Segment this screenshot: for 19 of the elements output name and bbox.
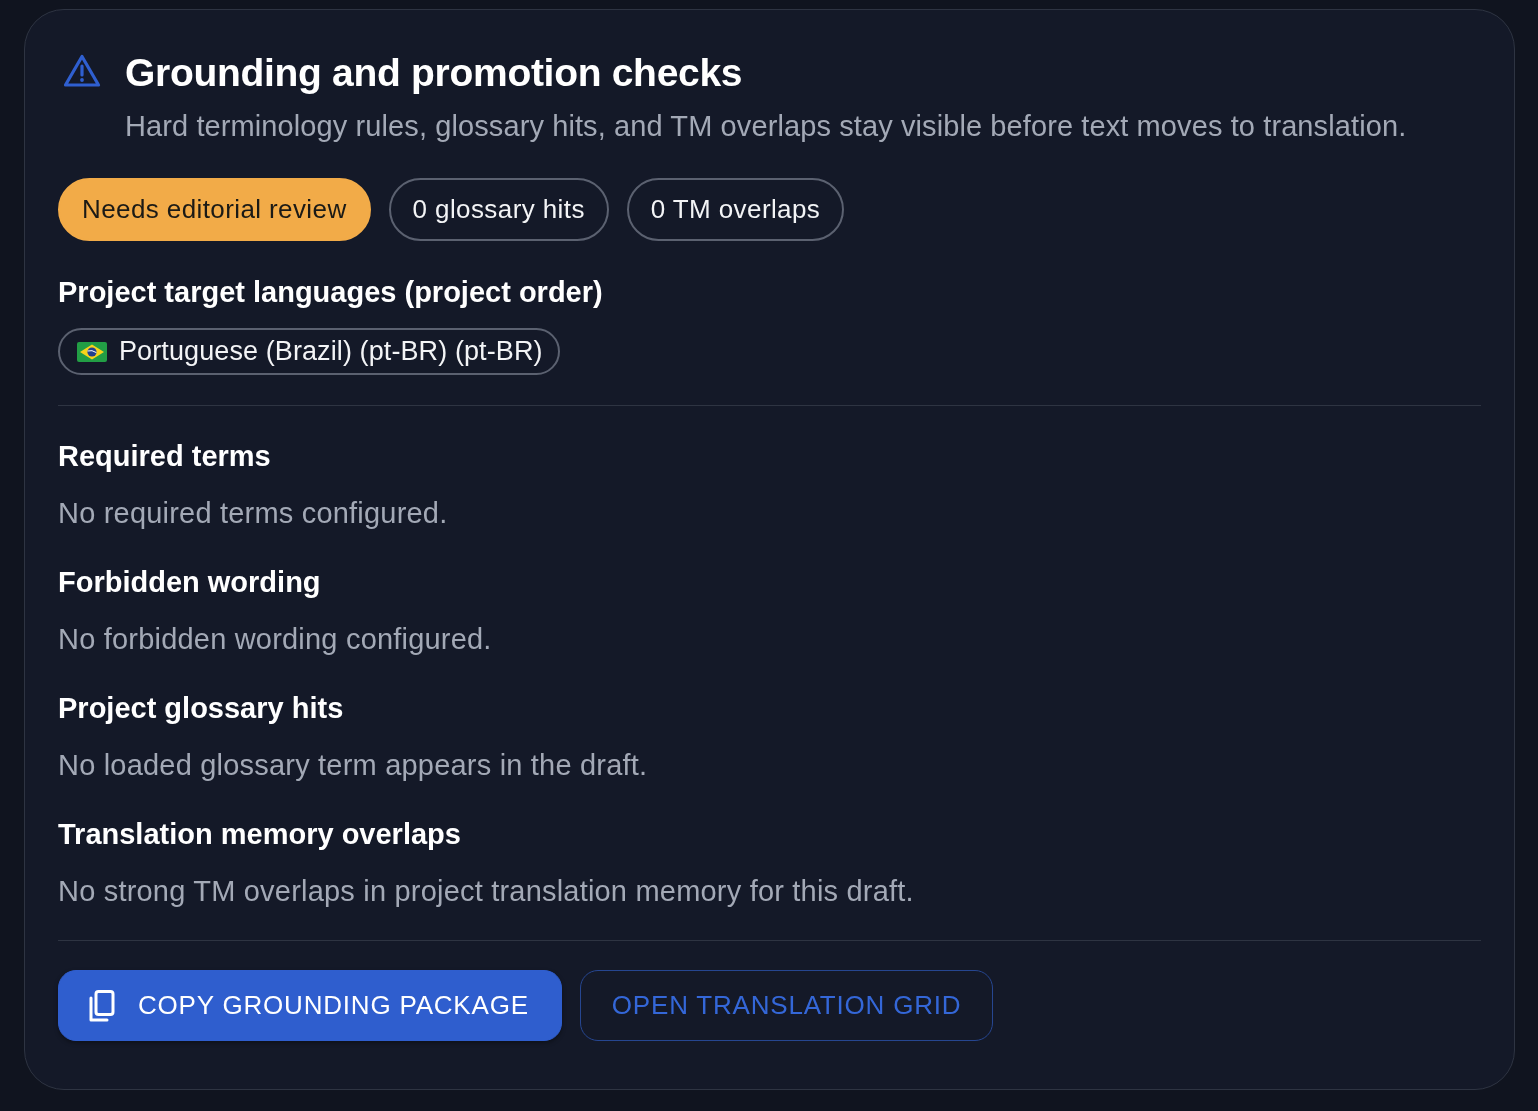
section-heading: Project glossary hits [58, 691, 345, 725]
warning-icon [63, 54, 101, 88]
copy-package-button[interactable]: COPY GROUNDING PACKAGE [58, 970, 562, 1041]
section-text: No strong TM overlaps in project translation memory for this draft. [58, 874, 915, 909]
open-grid-button[interactable]: OPEN TRANSLATION GRID [579, 970, 994, 1041]
language-chip: Portuguese (Brazil) (pt-BR) (pt-BR) [58, 328, 560, 375]
section-text: No loaded glossary term appears in the draft. [58, 748, 649, 783]
flag-icon [77, 341, 107, 362]
status-badge: Needs editorial review [58, 178, 371, 241]
section-heading: Forbidden wording [58, 565, 322, 599]
section-heading: Project target languages (project order) [58, 275, 604, 309]
section-heading: Required terms [58, 439, 272, 473]
count-badge: 0 glossary hits [388, 178, 609, 241]
section-text: No required terms configured. [58, 496, 449, 531]
section-text: No forbidden wording configured. [58, 622, 493, 657]
card-subtitle: Hard terminology rules, glossary hits, and TM overlaps stay visible before text moves to translation. [125, 109, 1407, 143]
card-title: Grounding and promotion checks [125, 50, 744, 96]
section-heading: Translation memory overlaps [58, 817, 462, 851]
count-badge: 0 TM overlaps [626, 178, 845, 241]
